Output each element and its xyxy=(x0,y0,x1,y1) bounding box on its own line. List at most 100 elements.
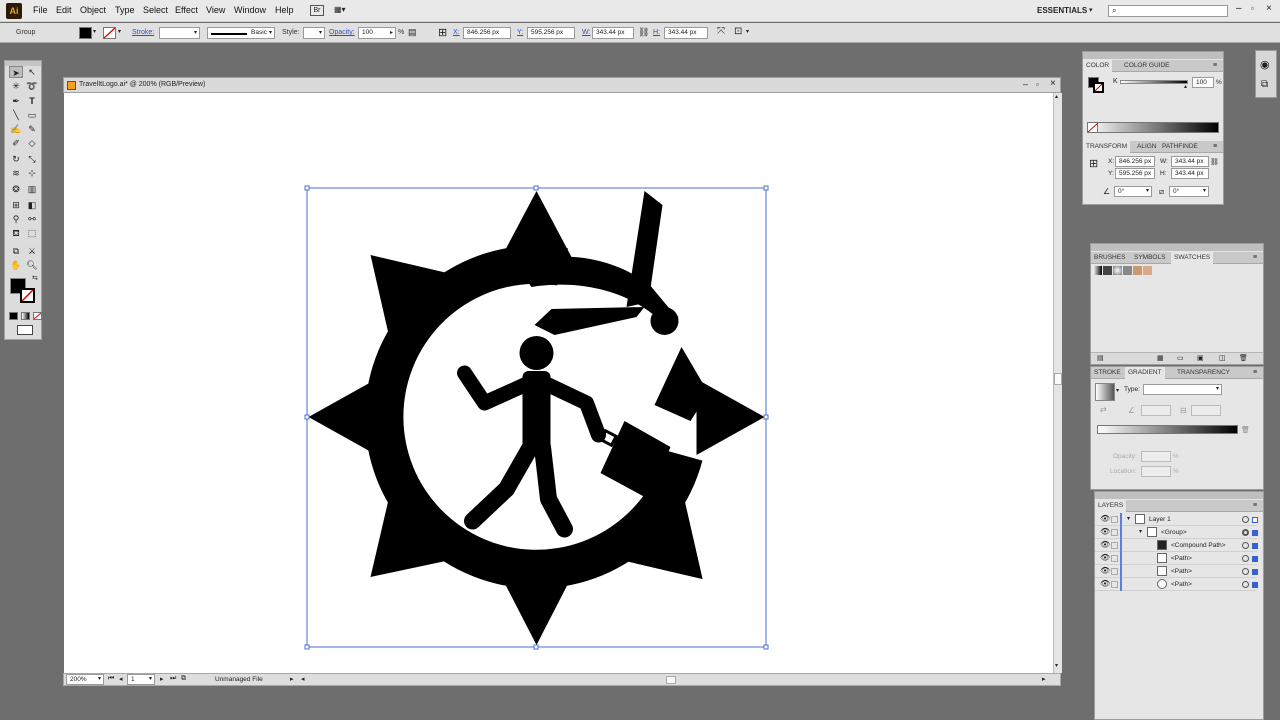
line-tool-icon[interactable]: ╲ xyxy=(9,109,23,121)
aspect-ratio-field[interactable] xyxy=(1191,405,1221,416)
menu-window[interactable]: Window xyxy=(234,5,266,15)
none-mode-icon[interactable] xyxy=(33,312,42,320)
gradient-preview-dropdown-icon[interactable]: ▾ xyxy=(1116,387,1119,394)
pencil-tool-icon[interactable]: ✎ xyxy=(25,123,39,135)
close-window-button[interactable]: × xyxy=(1266,3,1272,14)
travel-logo-artwork[interactable] xyxy=(64,93,1053,673)
swatch-peach[interactable] xyxy=(1143,266,1152,275)
k-slider-track[interactable] xyxy=(1120,80,1188,84)
color-spectrum-bar[interactable] xyxy=(1087,122,1219,133)
color-panel-menu-icon[interactable]: ≡ xyxy=(1213,62,1217,69)
delete-stop-icon[interactable]: 🗑︎ xyxy=(1241,426,1250,434)
layer-selection-indicator[interactable] xyxy=(1252,582,1258,588)
last-artboard-button[interactable]: ⏭ xyxy=(170,675,176,683)
swatch-gradient[interactable] xyxy=(1093,266,1102,275)
artboard-canvas[interactable] xyxy=(64,93,1053,673)
gradient-preview-swatch[interactable] xyxy=(1095,383,1115,401)
menu-edit[interactable]: Edit xyxy=(56,5,72,15)
maximize-window-button[interactable]: ▫ xyxy=(1251,4,1254,13)
reveal-icon[interactable]: ⧉ xyxy=(181,675,186,683)
fill-swatch[interactable] xyxy=(79,27,92,39)
fill-dropdown-icon[interactable]: ▾ xyxy=(93,28,96,35)
layer-row[interactable]: 👁︎ <Path> xyxy=(1095,578,1258,591)
layer-row[interactable]: 👁︎ <Path> xyxy=(1095,565,1258,578)
reference-point-icon[interactable]: ⊞ xyxy=(438,26,447,39)
previous-artboard-button[interactable]: ◂ xyxy=(119,675,123,683)
layer-selection-indicator[interactable] xyxy=(1252,556,1258,562)
workspace-chevron-icon[interactable]: ▾ xyxy=(1089,6,1093,14)
zoom-tool-icon[interactable]: 🔍︎ xyxy=(25,259,39,271)
layer-target-icon[interactable] xyxy=(1242,516,1249,523)
menu-view[interactable]: View xyxy=(206,5,225,15)
new-color-group-icon[interactable]: ▣ xyxy=(1197,354,1204,362)
h-label[interactable]: H: xyxy=(653,29,660,36)
doc-minimize-button[interactable]: – xyxy=(1023,79,1028,89)
lock-toggle[interactable] xyxy=(1111,516,1118,523)
live-paint-bucket-tool-icon[interactable]: ⛾ xyxy=(9,227,23,239)
stroke-color-swatch[interactable] xyxy=(20,288,35,303)
transform-constrain-icon[interactable]: ⛓ xyxy=(1210,158,1219,166)
graphic-styles-panel-icon[interactable]: ⧉ xyxy=(1261,79,1268,90)
layer-target-icon[interactable] xyxy=(1242,568,1249,575)
vertical-scrollbar[interactable]: ▴ ▾ xyxy=(1053,93,1062,673)
scale-tool-icon[interactable]: ⤡ xyxy=(25,153,39,165)
control-menu-icon[interactable]: ▾ xyxy=(746,28,749,35)
layer-selection-indicator[interactable] xyxy=(1252,543,1258,549)
rotate-tool-icon[interactable]: ↻ xyxy=(9,153,23,165)
swatches-group-header[interactable] xyxy=(1091,244,1263,251)
panel-group-header[interactable] xyxy=(1083,52,1223,59)
tab-swatches[interactable]: SWATCHES xyxy=(1171,252,1214,264)
horizontal-scroll-thumb[interactable] xyxy=(666,676,676,684)
eraser-tool-icon[interactable]: ◇ xyxy=(25,137,39,149)
swatch-libraries-icon[interactable]: ▤ xyxy=(1097,354,1104,362)
color-mode-icon[interactable] xyxy=(9,312,18,320)
scroll-left-arrow[interactable]: ◂ xyxy=(301,675,305,683)
scroll-right-arrow[interactable]: ▸ xyxy=(1042,675,1046,683)
lock-toggle[interactable] xyxy=(1111,529,1118,536)
swatch-tan[interactable] xyxy=(1133,266,1142,275)
gradient-mode-icon[interactable] xyxy=(21,312,30,320)
slice-tool-icon[interactable]: ⚔ xyxy=(25,245,39,257)
minimize-window-button[interactable]: – xyxy=(1236,3,1242,14)
tab-brushes[interactable]: BRUSHES xyxy=(1094,254,1125,261)
menu-file[interactable]: File xyxy=(33,5,48,15)
stroke-label[interactable]: Stroke: xyxy=(132,29,154,36)
swap-colors-icon[interactable]: ⇆ xyxy=(32,274,38,282)
tab-pathfinder[interactable]: PATHFINDE xyxy=(1162,143,1198,150)
y-label[interactable]: Y: xyxy=(517,29,523,36)
screen-mode-icon[interactable] xyxy=(17,325,33,335)
tab-color-guide[interactable]: COLOR GUIDE xyxy=(1124,62,1170,69)
new-swatch-icon[interactable]: ◫ xyxy=(1219,354,1226,362)
lock-toggle[interactable] xyxy=(1111,581,1118,588)
tab-gradient[interactable]: GRADIENT xyxy=(1125,367,1165,379)
stop-location-field[interactable] xyxy=(1141,466,1171,477)
w-label[interactable]: W: xyxy=(582,29,590,36)
tab-transform[interactable]: TRANSFORM xyxy=(1083,141,1131,153)
paintbrush-tool-icon[interactable]: ✍ xyxy=(9,123,23,135)
scroll-up-arrow[interactable]: ▴ xyxy=(1055,93,1058,100)
document-window-tab[interactable]: TravelItLogo.ai* @ 200% (RGB/Preview) – … xyxy=(63,77,1061,93)
visibility-eye-icon[interactable]: 👁︎ xyxy=(1100,541,1110,549)
layer-target-icon[interactable] xyxy=(1242,542,1249,549)
mesh-tool-icon[interactable]: ⊞ xyxy=(9,199,23,211)
doc-maximize-button[interactable]: ▫ xyxy=(1036,80,1039,89)
transform-icon[interactable]: ⤧ xyxy=(717,26,725,37)
k-value-field[interactable]: 100 xyxy=(1192,77,1214,88)
layers-panel-menu-icon[interactable]: ≡ xyxy=(1253,502,1257,509)
eyedropper-tool-icon[interactable]: ⚲ xyxy=(9,213,23,225)
transform-panel-menu-icon[interactable]: ≡ xyxy=(1213,143,1217,150)
tab-symbols[interactable]: SYMBOLS xyxy=(1134,254,1165,261)
x-label[interactable]: X: xyxy=(453,29,460,36)
menu-select[interactable]: Select xyxy=(143,5,168,15)
layer-target-icon[interactable] xyxy=(1242,529,1249,536)
artboard-tool-icon[interactable]: ⧉ xyxy=(9,245,23,257)
menu-type[interactable]: Type xyxy=(115,5,135,15)
transform-y-field[interactable]: 595.256 px xyxy=(1115,168,1155,179)
appearance-panel-icon[interactable]: ◉ xyxy=(1260,58,1270,71)
gradient-angle-field[interactable] xyxy=(1141,405,1171,416)
rotate-angle-field[interactable]: 0° ▾ xyxy=(1114,186,1152,197)
tab-layers[interactable]: LAYERS xyxy=(1095,500,1127,512)
visibility-eye-icon[interactable]: 👁︎ xyxy=(1100,567,1110,575)
menu-object[interactable]: Object xyxy=(80,5,106,15)
x-field[interactable]: 846.256 px xyxy=(463,27,511,39)
